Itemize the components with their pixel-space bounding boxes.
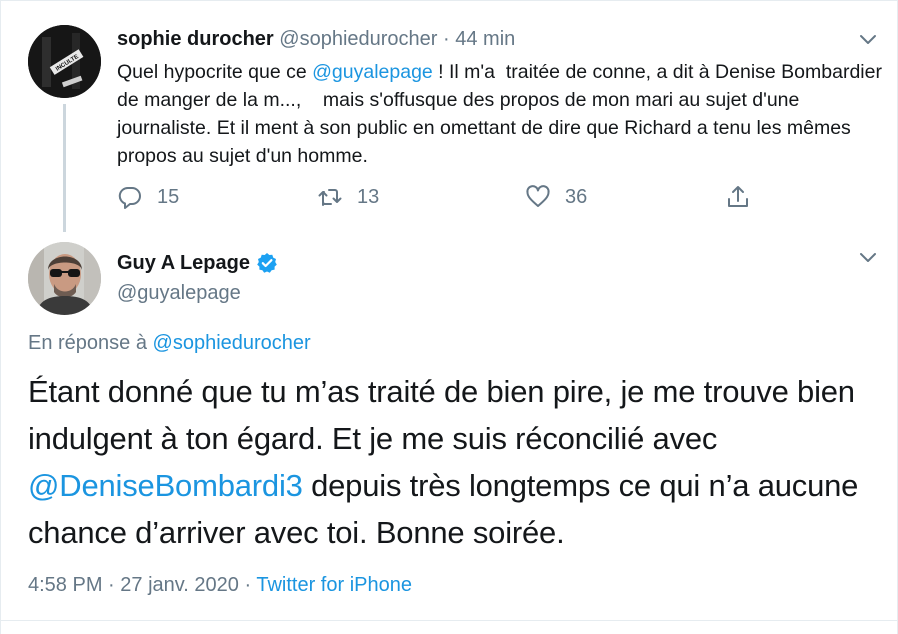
like-icon xyxy=(526,185,550,207)
parent-author-handle[interactable]: @sophiedurocher xyxy=(279,28,437,50)
thread-connector xyxy=(63,104,66,232)
top-divider xyxy=(1,0,898,1)
retweet-action[interactable]: 13 xyxy=(317,180,379,214)
bottom-divider xyxy=(1,620,898,621)
meta-separator: · xyxy=(244,574,252,596)
parent-tweet-header: sophie durocher @sophiedurocher · 44 min xyxy=(117,26,515,52)
mention-guyalepage[interactable]: @guyalepage xyxy=(312,61,433,83)
avatar-guy-a-lepage[interactable] xyxy=(28,242,101,315)
main-author-handle[interactable]: @guyalepage xyxy=(117,280,241,306)
reply-action[interactable]: 15 xyxy=(117,180,179,214)
share-icon xyxy=(728,186,748,207)
reply-context: En réponse à @sophiedurocher xyxy=(28,330,311,356)
chevron-down-icon[interactable] xyxy=(859,34,877,46)
parent-tweet-time[interactable]: 44 min xyxy=(455,28,515,50)
mention-denisebombardi3[interactable]: @DeniseBombardi3 xyxy=(28,468,303,503)
header-separator: · xyxy=(443,28,450,50)
tweet-thread: INCULTE sophie durocher @sophiedurocher … xyxy=(0,0,898,634)
tweet-actions: 15 13 36 xyxy=(117,180,777,214)
like-count: 36 xyxy=(565,185,588,208)
retweet-icon xyxy=(318,189,342,206)
reply-to-handle[interactable]: @sophiedurocher xyxy=(153,332,311,354)
reply-count: 15 xyxy=(157,185,180,208)
reply-icon xyxy=(118,186,141,209)
main-author-name[interactable]: Guy A Lepage xyxy=(117,250,250,276)
retweet-count: 13 xyxy=(357,185,380,208)
tweet-metadata: 4:58 PM · 27 janv. 2020 · Twitter for iP… xyxy=(28,572,412,598)
tweet-source[interactable]: Twitter for iPhone xyxy=(256,574,412,596)
share-action[interactable] xyxy=(725,180,751,214)
chevron-down-icon[interactable] xyxy=(859,252,877,264)
tweet-time[interactable]: 4:58 PM xyxy=(28,574,102,596)
parent-tweet-text: Quel hypocrite que ce @guyalepage ! Il m… xyxy=(117,58,887,170)
reply-prefix: En réponse à xyxy=(28,332,153,354)
main-text-start: Étant donné que tu m’as traité de bien p… xyxy=(28,374,855,456)
parent-text-start: Quel hypocrite que ce xyxy=(117,61,313,83)
like-action[interactable]: 36 xyxy=(525,180,587,214)
avatar-sophie-durocher[interactable]: INCULTE xyxy=(28,25,101,98)
tweet-date[interactable]: 27 janv. 2020 xyxy=(120,574,239,596)
meta-separator: · xyxy=(108,574,115,596)
main-author-name-row: Guy A Lepage xyxy=(117,250,278,276)
main-tweet-text: Étant donné que tu m’as traité de bien p… xyxy=(28,368,878,556)
parent-author-name[interactable]: sophie durocher xyxy=(117,28,274,50)
verified-badge-icon xyxy=(257,253,277,273)
